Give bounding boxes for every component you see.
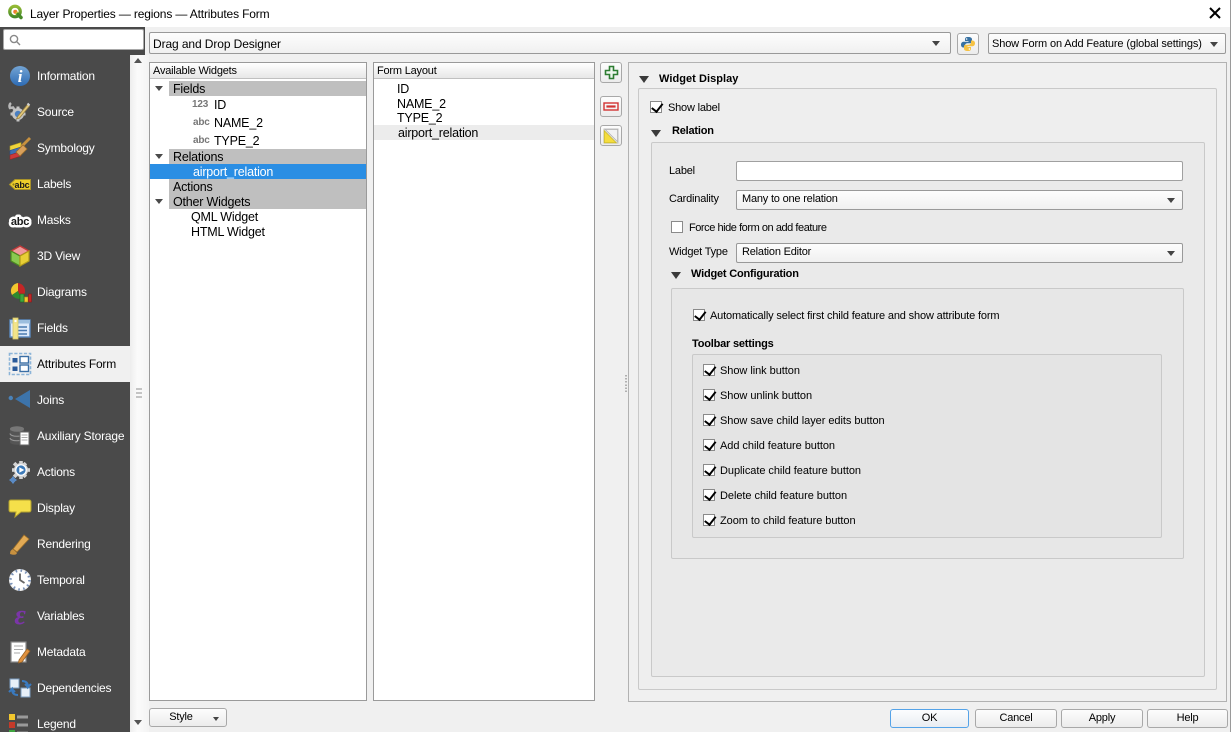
svg-text:abc: abc xyxy=(11,216,29,228)
svg-text:i: i xyxy=(18,67,23,86)
svg-text:abc: abc xyxy=(15,180,30,190)
svg-text:ε: ε xyxy=(14,604,26,628)
